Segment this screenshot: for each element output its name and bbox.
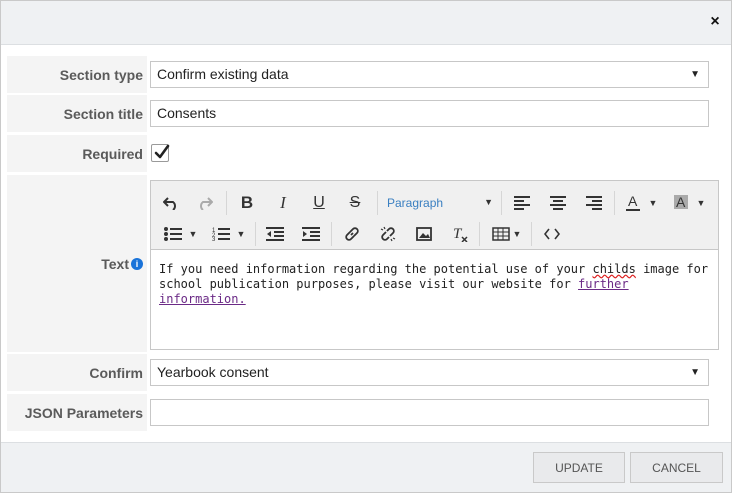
background-color-icon[interactable]: A [669, 191, 693, 215]
svg-text:3: 3 [212, 237, 216, 241]
confirm-label: Confirm [7, 354, 147, 391]
align-center-icon[interactable] [546, 191, 570, 215]
dialog: × Section type Confirm existing data ▼ S… [0, 0, 732, 493]
section-type-select[interactable]: Confirm existing data ▼ [150, 61, 709, 88]
bullet-list-icon[interactable] [161, 222, 185, 246]
rich-text-editor: B I U S Paragraph ▼ A ▼ A ▼ ▼ 1 2 3 ▼ T … [150, 180, 719, 350]
close-icon[interactable]: × [707, 13, 723, 31]
text-color-icon[interactable]: A [621, 191, 645, 215]
link-icon[interactable] [340, 222, 364, 246]
row-section-type: Section type Confirm existing data ▼ [7, 56, 725, 93]
required-label: Required [7, 135, 147, 172]
image-icon[interactable] [412, 222, 436, 246]
text-label: Text [101, 255, 129, 272]
content-text-1: If you need information regarding the po… [159, 262, 593, 276]
row-json-parameters: JSON Parameters [7, 394, 725, 431]
required-checkbox[interactable] [151, 144, 170, 162]
row-section-title: Section title Consents [7, 95, 725, 132]
paragraph-format-select[interactable]: Paragraph ▼ [381, 191, 493, 215]
confirm-value: Yearbook consent [157, 364, 269, 380]
cancel-button[interactable]: CANCEL [630, 452, 723, 483]
indent-icon[interactable] [299, 222, 323, 246]
info-icon[interactable]: i [131, 257, 143, 270]
svg-text:A: A [676, 194, 686, 210]
json-parameters-label: JSON Parameters [7, 394, 147, 431]
row-required: Required [7, 135, 725, 172]
section-title-value: Consents [157, 105, 217, 121]
text-label-cell: Text i [7, 175, 147, 352]
section-title-label: Section title [7, 95, 147, 132]
svg-text:A: A [628, 194, 638, 209]
outdent-icon[interactable] [263, 222, 287, 246]
update-button[interactable]: UPDATE [533, 452, 625, 483]
confirm-select[interactable]: Yearbook consent ▼ [150, 359, 709, 386]
section-type-value: Confirm existing data [157, 66, 289, 82]
chevron-down-icon: ▼ [690, 367, 700, 378]
chevron-down-icon: ▼ [690, 69, 700, 80]
italic-icon[interactable]: I [271, 191, 295, 215]
align-right-icon[interactable] [582, 191, 606, 215]
json-parameters-input[interactable] [150, 399, 709, 426]
align-left-icon[interactable] [510, 191, 534, 215]
table-icon[interactable] [489, 222, 513, 246]
misspelled-word: childs [592, 262, 636, 276]
strikethrough-icon[interactable]: S [343, 191, 367, 215]
editor-content[interactable]: If you need information regarding the po… [151, 250, 718, 307]
text-color-dropdown-icon[interactable]: ▼ [647, 191, 659, 215]
numbered-list-icon[interactable]: 123 [209, 222, 233, 246]
clear-formatting-icon[interactable]: T [448, 222, 472, 246]
editor-toolbar: B I U S Paragraph ▼ A ▼ A ▼ ▼ 1 2 3 ▼ T … [151, 181, 718, 250]
section-type-label: Section type [7, 56, 147, 93]
numbered-list-dropdown-icon[interactable]: ▼ [235, 222, 247, 246]
dialog-footer: UPDATE CANCEL [1, 442, 731, 492]
paragraph-format-value: Paragraph [387, 196, 444, 210]
section-title-input[interactable]: Consents [150, 100, 709, 127]
unlink-icon[interactable] [376, 222, 400, 246]
svg-text:T: T [453, 226, 463, 242]
row-text: Text i B I U S Paragraph ▼ A ▼ A ▼ ▼ 1 2… [7, 175, 725, 352]
bullet-list-dropdown-icon[interactable]: ▼ [187, 222, 199, 246]
undo-icon[interactable] [159, 191, 183, 215]
redo-icon[interactable] [193, 191, 217, 215]
dialog-header: × [1, 1, 731, 45]
table-dropdown-icon[interactable]: ▼ [511, 222, 523, 246]
row-confirm: Confirm Yearbook consent ▼ [7, 354, 725, 391]
chevron-down-icon: ▼ [484, 197, 493, 207]
bold-icon[interactable]: B [235, 191, 259, 215]
source-code-icon[interactable] [540, 222, 564, 246]
background-color-dropdown-icon[interactable]: ▼ [695, 191, 707, 215]
underline-icon[interactable]: U [307, 191, 331, 215]
checkmark-icon [154, 144, 170, 159]
